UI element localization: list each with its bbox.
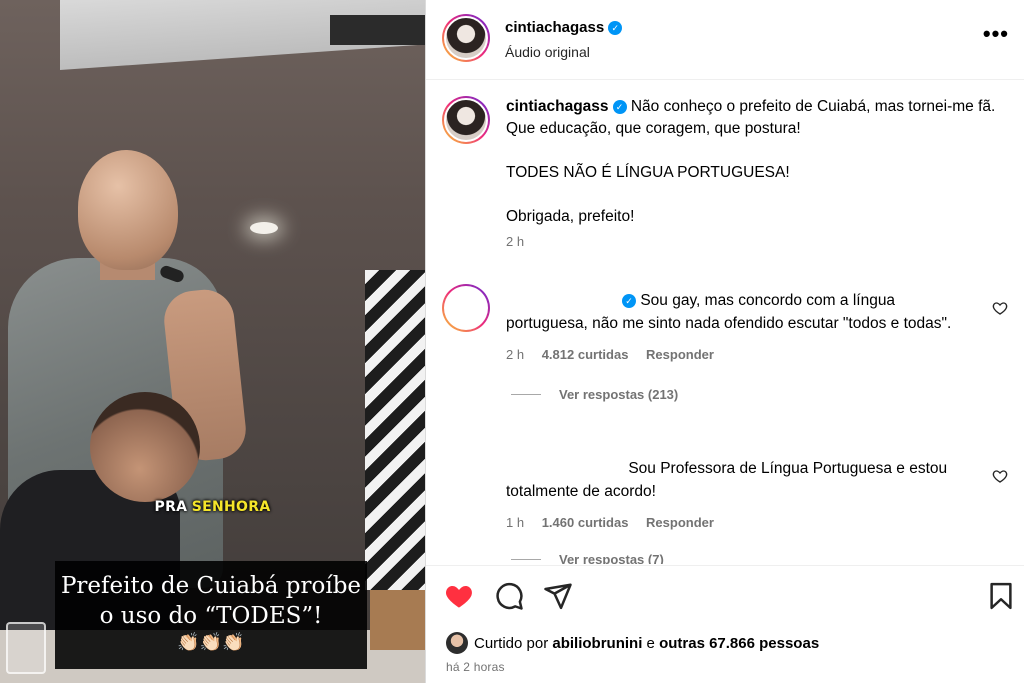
verified-badge-icon: ✓ (622, 294, 636, 308)
liked-prefix: Curtido por (474, 634, 549, 652)
comment-meta: 1 h 1.460 curtidas Responder (506, 515, 1012, 530)
view-replies-button[interactable]: Ver respostas (213) (511, 387, 1012, 402)
liked-and: e (646, 634, 655, 652)
comment-body: ✓ Sou gay, mas concordo com a língua por… (506, 284, 972, 335)
liked-user[interactable]: abiliobrunini (552, 635, 642, 652)
comment-meta: 2 h 4.812 curtidas Responder (506, 347, 1012, 362)
speaker-head (78, 150, 178, 270)
comment-item: Sou Professora de Língua Portuguesa e es… (442, 452, 1012, 530)
clapping-emoji: 👏🏻👏🏻👏🏻 (177, 632, 245, 653)
subtitle-yellow-word: SENHORA (191, 499, 271, 515)
seated-man-head (90, 392, 200, 502)
caption-username[interactable]: cintiachagass (506, 98, 609, 115)
author-avatar[interactable] (442, 14, 490, 62)
comment-replies-clip: Ver respostas (7) (426, 540, 1024, 564)
caption-author-avatar[interactable] (442, 96, 490, 144)
view-replies-button[interactable]: Ver respostas (7) (511, 552, 664, 564)
comment-item: ✓ Sou gay, mas concordo com a língua por… (442, 284, 1012, 402)
replies-divider (511, 394, 541, 395)
liked-others[interactable]: outras 67.866 pessoas (659, 635, 819, 652)
subtitle-white-word: PRA (154, 499, 188, 515)
reply-button[interactable]: Responder (646, 515, 714, 530)
water-glass (6, 622, 46, 674)
comment-icon[interactable] (494, 581, 524, 611)
striped-panel (365, 270, 425, 590)
table-box (370, 590, 425, 650)
verified-badge-icon: ✓ (612, 100, 627, 114)
redacted-username (506, 459, 624, 473)
audio-label[interactable]: Áudio original (505, 44, 590, 60)
video-caption-line2: o uso do “TODES”! (99, 603, 323, 629)
comment-likes[interactable]: 1.460 curtidas (542, 515, 629, 530)
view-replies-label: Ver respostas (213) (559, 387, 679, 402)
caption-body: cintiachagass ✓ Não conheço o prefeito de… (506, 96, 1002, 228)
more-options-icon[interactable]: ••• (983, 23, 1009, 45)
reply-button[interactable]: Responder (646, 347, 714, 362)
post-header: cintiachagass ✓ Áudio original ••• (426, 0, 1024, 80)
author-username-row: cintiachagass ✓ (505, 19, 623, 36)
caption-text-2: TODES NÃO É LÍNGUA PORTUGUESA! (506, 164, 790, 181)
action-bar: Curtido por abiliobrunini e outras 67.86… (426, 565, 1024, 683)
post-time-ago: há 2 horas (446, 660, 505, 674)
post-video[interactable]: PRA SENHORA Prefeito de Cuiabá proíbe o … (0, 0, 425, 683)
likes-summary[interactable]: Curtido por abiliobrunini e outras 67.86… (446, 632, 819, 654)
commenter-avatar[interactable] (442, 284, 490, 332)
video-subtitle: PRA SENHORA (0, 498, 425, 516)
video-caption-line1: Prefeito de Cuiabá proíbe (60, 573, 362, 599)
replies-divider (511, 559, 541, 560)
liker-avatar (446, 632, 468, 654)
verified-badge-icon: ✓ (608, 21, 623, 35)
video-caption-box: Prefeito de Cuiabá proíbe o uso do “TODE… (55, 561, 367, 669)
comment-likes[interactable]: 4.812 curtidas (542, 347, 629, 362)
ceiling-vent (330, 15, 425, 45)
post-caption: cintiachagass ✓ Não conheço o prefeito de… (442, 96, 1002, 249)
heart-filled-icon[interactable] (444, 581, 474, 611)
comment-like-heart-icon[interactable] (992, 300, 1008, 316)
comment-time: 2 h (506, 347, 525, 362)
caption-text-3: Obrigada, prefeito! (506, 208, 635, 225)
share-icon[interactable] (543, 581, 573, 611)
author-username[interactable]: cintiachagass (505, 19, 604, 36)
view-replies-label: Ver respostas (7) (559, 552, 664, 564)
wall-light (250, 222, 278, 234)
save-bookmark-icon[interactable] (986, 581, 1016, 611)
comment-time: 1 h (506, 515, 525, 530)
caption-time: 2 h (506, 234, 525, 249)
comment-like-heart-icon[interactable] (992, 468, 1008, 484)
comment-body: Sou Professora de Língua Portuguesa e es… (506, 452, 972, 503)
post-details-panel: cintiachagass ✓ Áudio original ••• cintia… (425, 0, 1024, 683)
redacted-username (506, 291, 618, 305)
